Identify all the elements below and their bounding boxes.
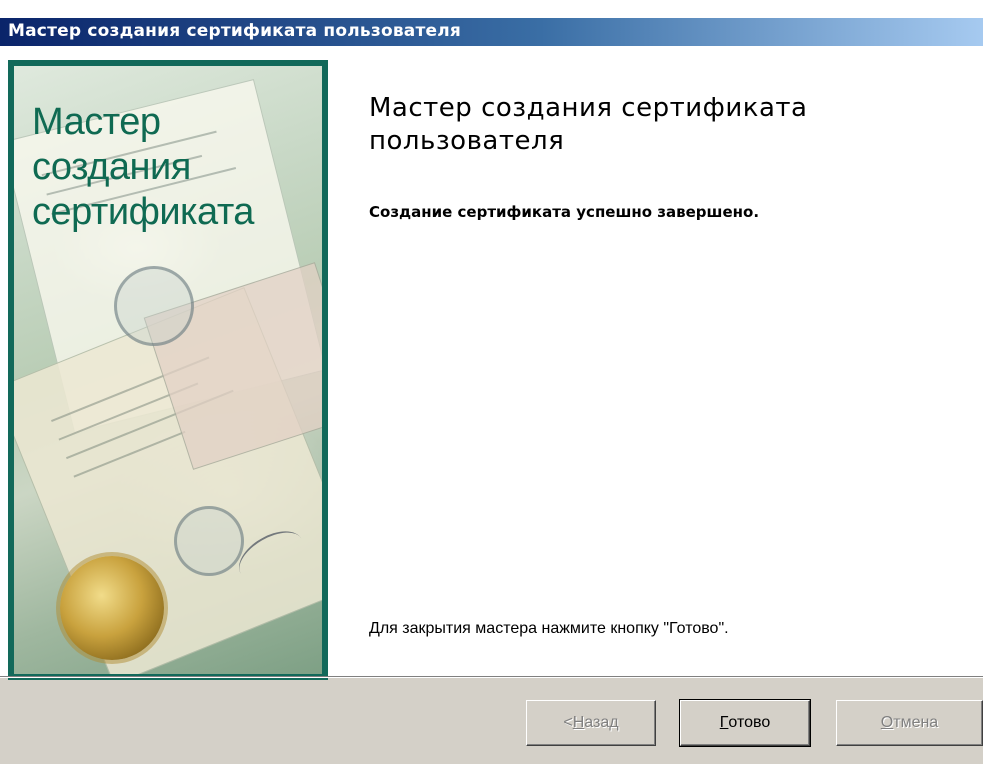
gold-seal-graphic bbox=[60, 556, 164, 660]
back-button-accel: Н bbox=[572, 714, 585, 731]
side-title-line: сертификата bbox=[32, 190, 254, 233]
back-button-prefix: < bbox=[563, 714, 573, 731]
certificate-illustration: Мастер создания сертификата bbox=[14, 66, 322, 674]
back-button[interactable]: < Назад bbox=[526, 700, 656, 746]
back-button-label: азад bbox=[584, 714, 619, 731]
text-line-graphic bbox=[73, 430, 186, 478]
window-title: Мастер создания сертификата пользователя bbox=[8, 21, 461, 41]
side-panel-title: Мастер создания сертификата bbox=[32, 100, 322, 234]
finish-button[interactable]: Готово bbox=[679, 699, 811, 747]
wizard-side-panel: Мастер создания сертификата bbox=[8, 60, 328, 680]
cancel-button-accel: О bbox=[880, 714, 894, 731]
cancel-button[interactable]: Отмена bbox=[836, 700, 983, 746]
footer-separator bbox=[0, 676, 983, 678]
side-title-line: Мастер bbox=[32, 101, 161, 143]
cancel-button-label: тмена bbox=[893, 714, 939, 731]
wizard-content: Мастер создания сертификата Мастер созда… bbox=[0, 46, 983, 680]
stamp-graphic bbox=[114, 266, 194, 346]
stamp-graphic bbox=[174, 506, 244, 576]
close-hint: Для закрытия мастера нажмите кнопку "Гот… bbox=[369, 620, 729, 637]
completion-message: Создание сертификата успешно завершено. bbox=[369, 203, 760, 221]
wizard-window: Мастер создания сертификата пользователя bbox=[0, 0, 983, 764]
title-bar[interactable]: Мастер создания сертификата пользователя bbox=[0, 0, 983, 46]
finish-button-label: отово bbox=[728, 714, 771, 731]
side-title-line: создания bbox=[32, 145, 191, 188]
finish-button-accel: Г bbox=[719, 714, 729, 731]
page-title: Мастер создания сертификата пользователя bbox=[369, 93, 808, 157]
